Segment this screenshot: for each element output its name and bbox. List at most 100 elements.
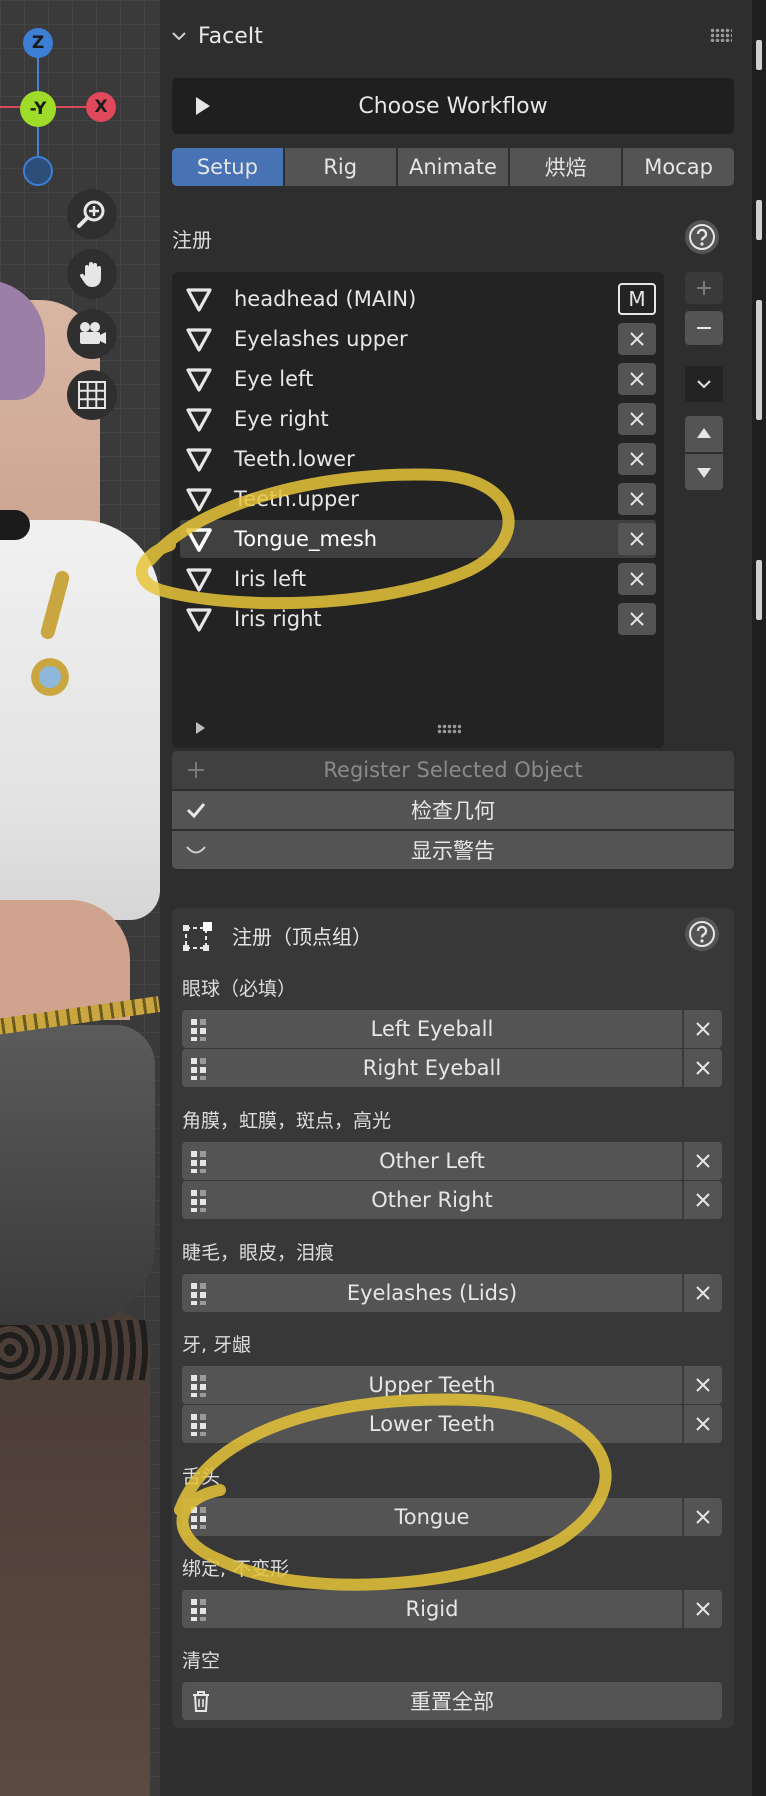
remove-item-button[interactable] [618, 363, 656, 395]
remove-item-button[interactable] [618, 323, 656, 355]
character-leg [0, 1310, 150, 1796]
gizmo-y-button[interactable]: -Y [20, 91, 56, 127]
stocking-lace [0, 1320, 150, 1380]
select-vertex-group-button[interactable]: Eyelashes (Lids) [182, 1274, 682, 1312]
group-label-clear: 清空 [182, 1650, 221, 1672]
register-heading: 注册 [172, 228, 212, 252]
vertex-group-section: 注册（顶点组） 眼球（必填） Left Eyeball Right Eyebal… [172, 908, 734, 1728]
select-vertex-group-button[interactable]: Upper Teeth [182, 1366, 682, 1404]
pan-button[interactable] [67, 249, 117, 299]
select-vertex-group-button[interactable]: Other Right [182, 1181, 682, 1219]
gizmo-x-button[interactable]: X [86, 92, 116, 122]
list-item[interactable]: Eye right [180, 400, 656, 438]
choose-workflow-button[interactable]: Choose Workflow [172, 78, 734, 134]
select-vertex-group-button[interactable]: Right Eyeball [182, 1049, 682, 1087]
list-item-selected[interactable]: Tongue_mesh [180, 520, 656, 558]
move-up-button[interactable] [685, 416, 723, 452]
close-icon [696, 1602, 710, 1616]
tab-animate[interactable]: Animate [397, 148, 509, 186]
camera-view-button[interactable] [67, 309, 117, 359]
gizmo-neg-z-button[interactable] [23, 156, 53, 186]
clear-vertex-group-button[interactable] [682, 1142, 722, 1180]
remove-item-button[interactable] [618, 563, 656, 595]
check-geometry-button[interactable]: 检查几何 [172, 791, 734, 829]
list-item-label: Eyelashes upper [234, 327, 408, 351]
sidebar-tab-mark [756, 560, 762, 620]
vertex-group-icon [191, 1019, 206, 1041]
clear-vertex-group-button[interactable] [682, 1366, 722, 1404]
tab-mocap[interactable]: Mocap [623, 148, 734, 186]
remove-item-button[interactable] [618, 483, 656, 515]
vertex-group-help-button[interactable] [685, 917, 719, 951]
clear-vertex-group-button[interactable] [682, 1181, 722, 1219]
vertex-group-row: Other Left [182, 1142, 722, 1180]
reset-all-button[interactable]: 重置全部 [182, 1682, 722, 1720]
clear-vertex-group-button[interactable] [682, 1010, 722, 1048]
select-vertex-group-button[interactable]: Lower Teeth [182, 1405, 682, 1443]
select-vertex-group-button[interactable]: Tongue [182, 1498, 682, 1536]
sidebar-tab-mark [756, 200, 762, 240]
list-item-label: Teeth.lower [234, 447, 355, 471]
list-item[interactable]: Eyelashes upper [180, 320, 656, 358]
register-selected-label: Register Selected Object [323, 758, 583, 782]
zoom-button[interactable] [67, 189, 117, 239]
clear-vertex-group-button[interactable] [682, 1498, 722, 1536]
vertex-group-label: Left Eyeball [370, 1017, 494, 1041]
close-icon [696, 1286, 710, 1300]
mesh-icon [186, 608, 212, 632]
list-item[interactable]: Iris left [180, 560, 656, 598]
arrow-down-icon [697, 468, 711, 478]
show-warnings-button[interactable]: 显示警告 [172, 831, 734, 869]
drag-grip-icon[interactable] [710, 28, 732, 42]
reset-all-label: 重置全部 [410, 1690, 494, 1714]
tab-rig[interactable]: Rig [284, 148, 396, 186]
vertex-group-title: 注册（顶点组） [232, 925, 372, 949]
gizmo-z-button[interactable]: Z [23, 28, 53, 58]
select-vertex-group-button[interactable]: Left Eyeball [182, 1010, 682, 1048]
list-resize-grip-icon[interactable] [437, 724, 461, 734]
tab-bake[interactable]: 烘焙 [510, 148, 622, 186]
register-selected-button[interactable]: Register Selected Object [172, 751, 734, 789]
clear-vertex-group-button[interactable] [682, 1274, 722, 1312]
select-vertex-group-button[interactable]: Rigid [182, 1590, 682, 1628]
close-icon [630, 612, 644, 626]
vertex-group-icon [191, 1507, 206, 1529]
panel-header[interactable]: FaceIt [160, 14, 752, 58]
3d-viewport[interactable]: Z -Y X [0, 0, 160, 1796]
mesh-icon [186, 488, 212, 512]
list-options-button[interactable] [685, 366, 723, 402]
registered-objects-list: headhead (MAIN) M Eyelashes upper Eye le… [172, 272, 664, 748]
remove-item-button[interactable] [618, 603, 656, 635]
close-icon [630, 452, 644, 466]
reset-all-row: 重置全部 [182, 1682, 722, 1720]
list-item[interactable]: Teeth.upper [180, 480, 656, 518]
remove-item-button[interactable] [618, 523, 656, 555]
list-item[interactable]: Iris right [180, 600, 656, 638]
remove-item-button[interactable] [618, 403, 656, 435]
list-item[interactable]: headhead (MAIN) M [180, 280, 656, 318]
list-item[interactable]: Teeth.lower [180, 440, 656, 478]
vertex-group-icon [191, 1151, 206, 1173]
select-vertex-group-button[interactable]: Other Left [182, 1142, 682, 1180]
register-help-button[interactable] [685, 220, 719, 254]
right-sidebar-tabs[interactable] [752, 0, 766, 1796]
tab-setup[interactable]: Setup [172, 148, 283, 186]
ortho-toggle-button[interactable] [67, 370, 117, 420]
remove-selected-button[interactable] [685, 311, 723, 345]
mesh-icon [186, 568, 212, 592]
clear-vertex-group-button[interactable] [682, 1590, 722, 1628]
list-item[interactable]: Eye left [180, 360, 656, 398]
mesh-icon [186, 408, 212, 432]
vertex-group-label: Upper Teeth [368, 1373, 496, 1397]
clear-vertex-group-button[interactable] [682, 1049, 722, 1087]
vertex-group-label: Right Eyeball [362, 1056, 502, 1080]
list-filter-toggle-icon[interactable] [196, 722, 205, 734]
clear-vertex-group-button[interactable] [682, 1405, 722, 1443]
character-hair [0, 280, 45, 400]
mesh-icon [186, 368, 212, 392]
remove-item-button[interactable] [618, 443, 656, 475]
add-item-button[interactable] [685, 272, 723, 304]
move-down-button[interactable] [685, 454, 723, 490]
vertex-group-row: Other Right [182, 1181, 722, 1219]
character-collar [0, 510, 30, 540]
